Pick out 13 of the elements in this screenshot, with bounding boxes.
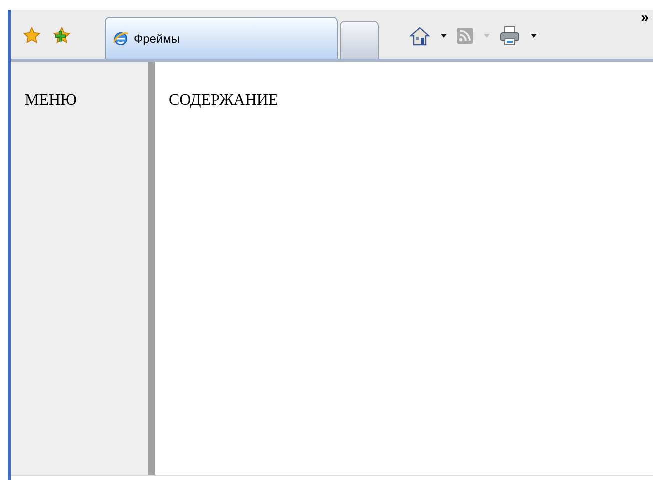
tab-title: Фреймы xyxy=(134,30,180,48)
add-favorite-icon[interactable] xyxy=(53,27,71,45)
browser-tab[interactable]: Фреймы xyxy=(105,17,338,59)
home-icon[interactable] xyxy=(409,26,431,46)
globe-e-icon xyxy=(112,30,130,48)
printer-icon[interactable] xyxy=(499,26,521,46)
favorites-icon[interactable] xyxy=(23,27,41,45)
content-text: СОДЕРЖАНИЕ xyxy=(169,92,278,109)
dropdown-caret-icon[interactable] xyxy=(441,34,447,38)
menu-text: МЕНЮ xyxy=(25,92,77,109)
overflow-chevron[interactable]: » xyxy=(641,10,649,24)
new-tab-button[interactable] xyxy=(340,21,379,59)
dropdown-caret-icon[interactable] xyxy=(531,34,537,38)
